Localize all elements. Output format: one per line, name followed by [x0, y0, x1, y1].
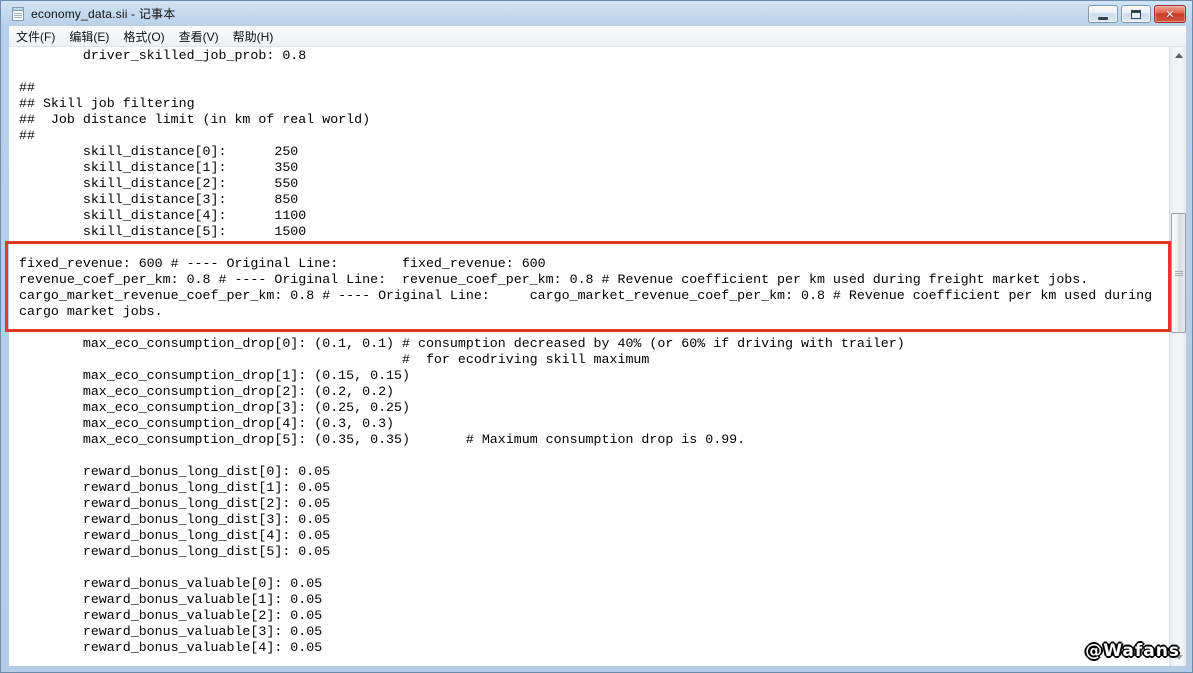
- scrollbar-thumb[interactable]: [1171, 213, 1186, 333]
- menu-help[interactable]: 帮助(H): [226, 26, 281, 47]
- menu-edit[interactable]: 编辑(E): [62, 26, 116, 47]
- menu-bar: 文件(F) 编辑(E) 格式(O) 查看(V) 帮助(H): [9, 26, 1186, 47]
- minimize-icon: [1098, 17, 1108, 20]
- title-bar[interactable]: economy_data.sii - 记事本 ✕: [1, 1, 1192, 26]
- notepad-window: economy_data.sii - 记事本 ✕ 文件(F) 编辑(E) 格式(…: [0, 0, 1193, 673]
- maximize-icon: [1131, 10, 1141, 19]
- scroll-up-button[interactable]: [1170, 47, 1187, 64]
- text-editor-area[interactable]: driver_skilled_job_prob: 0.8 ## ## Skill…: [9, 47, 1169, 666]
- notepad-icon: [10, 6, 26, 22]
- window-controls: ✕: [1088, 5, 1186, 23]
- menu-format[interactable]: 格式(O): [116, 26, 171, 47]
- window-title: economy_data.sii - 记事本: [31, 5, 175, 22]
- menu-view[interactable]: 查看(V): [172, 26, 226, 47]
- close-icon: ✕: [1165, 9, 1174, 20]
- close-button[interactable]: ✕: [1154, 5, 1186, 23]
- editor-content[interactable]: driver_skilled_job_prob: 0.8 ## ## Skill…: [9, 47, 1167, 656]
- watermark: @Wafans: [1085, 641, 1180, 661]
- menu-file[interactable]: 文件(F): [9, 26, 62, 47]
- vertical-scrollbar[interactable]: [1169, 47, 1186, 666]
- scrollbar-grip-icon: [1175, 271, 1183, 276]
- minimize-button[interactable]: [1088, 5, 1118, 23]
- maximize-button[interactable]: [1121, 5, 1151, 23]
- scroll-up-icon: [1175, 53, 1183, 58]
